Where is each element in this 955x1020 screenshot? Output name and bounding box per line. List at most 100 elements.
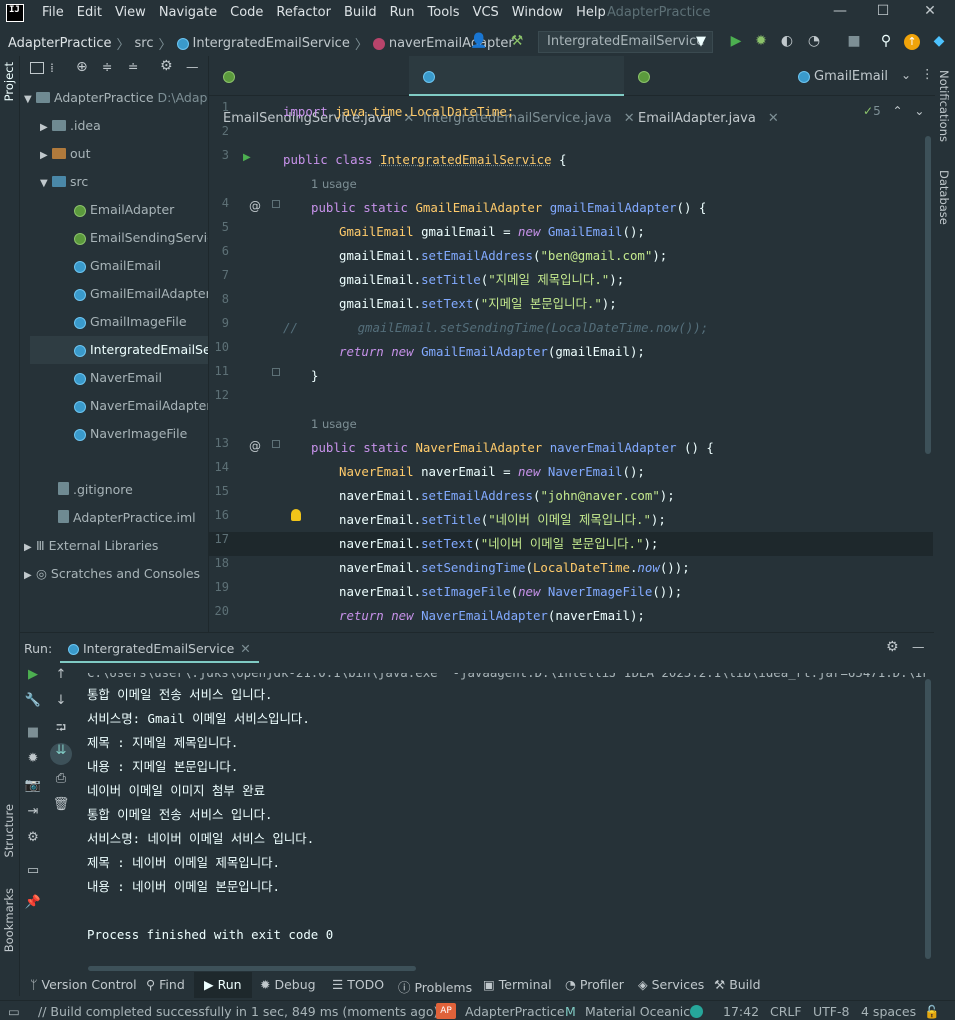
breadcrumb-method[interactable]: naverEmailAdapter [389,36,514,51]
tab-run[interactable]: ▶ Run [194,972,252,998]
login-icon[interactable]: ⇥ [24,804,42,822]
scroll-to-end-icon[interactable]: ⇊ [50,743,72,765]
usage-hint[interactable]: 1 usage [311,412,357,436]
chevron-down-icon[interactable]: ⌄ [914,104,924,118]
menu-tools[interactable]: Tools [428,5,467,20]
breadcrumb-project[interactable]: AdapterPractice [8,36,112,51]
pin-icon[interactable]: 📌 [24,895,42,913]
tab-version-control[interactable]: ᛘ Version Control [30,977,137,992]
wrench-icon[interactable]: 🔧 [24,693,42,711]
tree-item-external-libraries[interactable]: ▶ Ⅲ External Libraries [24,532,158,560]
minimize-icon[interactable]: — [830,3,850,23]
chevron-up-icon[interactable]: ⌃ [893,104,903,118]
print-icon[interactable]: ⎙ [52,771,70,789]
breadcrumb-class[interactable]: IntergratedEmailService [193,36,350,51]
tree-item-file[interactable]: NaverEmailAdapter [74,392,212,420]
hide-panel-icon[interactable]: — [912,639,925,654]
usage-hint[interactable]: 1 usage [311,172,357,196]
tree-item-file[interactable]: EmailAdapter [74,196,174,224]
gear-icon[interactable]: ⚙ [886,639,899,655]
project-tool-button[interactable]: Project [2,62,16,101]
run-gutter-icon[interactable]: ▶ [243,152,251,163]
status-indicator-icon[interactable] [690,1005,703,1018]
expand-all-icon[interactable]: ≑ [102,59,112,74]
tab-intergrated-email-service[interactable]: IntergratedEmailService.java ✕ [409,56,635,126]
menu-build[interactable]: Build [344,5,384,20]
layout-toggle-icon[interactable]: ▭ [8,1004,20,1019]
maximize-icon[interactable]: ☐ [873,3,893,23]
status-indent[interactable]: 4 spaces [861,1004,916,1019]
stop-icon[interactable]: ■ [24,725,42,743]
locate-icon[interactable]: ⊕ [76,59,88,75]
stop-icon[interactable]: ■ [845,33,863,51]
tab-gmail-email[interactable]: GmailEmail [784,56,894,96]
intellij-logo-icon[interactable]: IJ [6,4,24,22]
trash-icon[interactable]: 🗑 [52,797,70,815]
console-scrollbar-vertical[interactable] [925,679,931,959]
status-encoding[interactable]: UTF-8 [813,1004,849,1019]
settings-search-icon[interactable]: ⚙ [24,830,42,848]
status-message[interactable]: // Build completed successfully in 1 sec… [38,1004,438,1019]
arrow-down-icon[interactable]: ↓ [52,693,70,711]
close-icon[interactable]: ✕ [920,3,940,23]
more-options-icon[interactable]: ⋮ [921,66,934,81]
fold-icon[interactable] [272,368,280,376]
tree-item-file[interactable]: GmailEmailAdapter [74,280,211,308]
collapse-all-icon[interactable]: ≐ [128,59,138,74]
status-theme[interactable]: Material Oceanic [585,1004,690,1019]
tree-item-root[interactable]: ▼ AdapterPractice D:\Adap [24,84,207,112]
tree-item-iml[interactable]: AdapterPractice.iml [58,504,196,532]
implements-marker-icon[interactable]: @ [249,439,261,453]
dropdown-dots-icon[interactable]: ⁞ [50,60,54,75]
tab-debug[interactable]: ✹ Debug [260,977,316,992]
tree-item-gitignore[interactable]: .gitignore [58,476,133,504]
arrow-up-icon[interactable]: ↑ [52,667,70,685]
bookmarks-tool-button[interactable]: Bookmarks [2,888,16,952]
menu-run[interactable]: Run [390,5,422,20]
console-scrollbar-horizontal[interactable] [88,966,416,971]
menu-window[interactable]: Window [512,5,570,20]
soft-wrap-icon[interactable]: ⮒ [52,719,70,737]
run-configuration-select[interactable]: IntergratedEmailService ▼ [538,31,713,53]
menu-navigate[interactable]: Navigate [159,5,224,20]
menu-code[interactable]: Code [230,5,270,20]
hide-panel-icon[interactable]: — [186,59,199,74]
menu-vcs[interactable]: VCS [473,5,506,20]
debug-icon[interactable]: ✹ [752,33,770,51]
gear-icon[interactable]: ⚙ [160,58,173,74]
tabs-overflow-icon[interactable]: ⌄ [901,68,911,82]
tree-item-file[interactable]: GmailEmail [74,252,161,280]
menu-refactor[interactable]: Refactor [276,5,338,20]
editor-scrollbar[interactable] [925,136,931,454]
run-tab[interactable]: IntergratedEmailService ✕ [60,633,259,663]
tab-todo[interactable]: ☰ TODO [332,977,384,992]
tab-email-sending-service[interactable]: EmailSendingService.java ✕ [209,56,414,126]
tab-build[interactable]: ⚒ Build [714,977,761,992]
update-icon[interactable]: ↑ [904,34,920,50]
debug-settings-icon[interactable]: ✹ [24,751,42,769]
tab-email-adapter[interactable]: EmailAdapter.java ✕ [624,56,784,126]
tree-item-file-selected[interactable]: IntergratedEmailServic [30,336,234,364]
search-icon[interactable]: ⚲ [877,33,895,51]
fold-icon[interactable] [272,440,280,448]
tab-terminal[interactable]: ▣ Terminal [483,977,552,992]
tab-find[interactable]: ⚲ Find [146,977,185,992]
inspection-widget[interactable]: ✓5 ⌃ ⌄ [863,104,924,118]
menu-edit[interactable]: Edit [77,5,109,20]
tree-item-file[interactable]: NaverEmail [74,364,162,392]
camera-icon[interactable]: 📷 [24,778,42,796]
tab-problems[interactable]: ⓘ Problems [398,977,472,996]
fold-icon[interactable] [272,200,280,208]
close-icon[interactable]: ✕ [240,641,250,656]
plugin-icon[interactable]: ◆ [930,33,948,51]
menu-file[interactable]: File [42,5,71,20]
run-icon[interactable]: ▶ [727,33,745,51]
build-hammer-icon[interactable]: ⚒ [508,33,526,51]
profile-icon[interactable]: ◔ [805,33,823,51]
rerun-icon[interactable]: ▶ [24,667,42,685]
tree-item-src[interactable]: ▼ src [40,168,88,196]
notifications-tool-button[interactable]: Notifications [937,70,951,142]
status-line-separator[interactable]: CRLF [770,1004,802,1019]
tab-services[interactable]: ◈ Services [638,977,704,992]
console-output[interactable]: C:\Users\user\.jdks\openjdk-21.0.1\bin\j… [87,673,927,947]
